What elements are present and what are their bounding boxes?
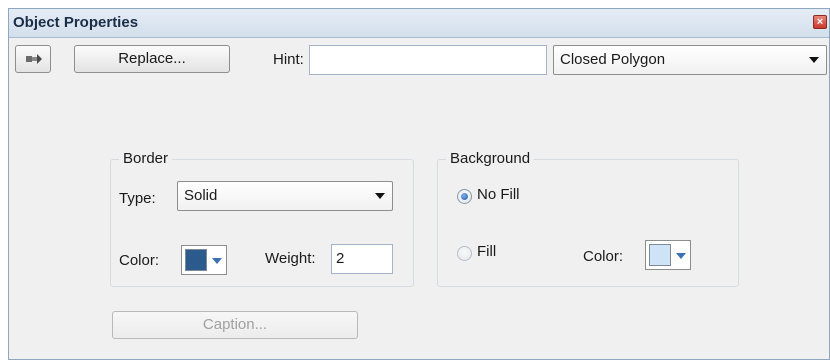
close-icon[interactable]: × [813, 15, 827, 29]
border-color-label: Color: [119, 252, 160, 269]
chevron-down-icon [212, 258, 222, 264]
background-color-label: Color: [583, 248, 624, 265]
hint-input[interactable] [309, 45, 547, 75]
chevron-down-icon [676, 253, 686, 259]
window-title: Object Properties [13, 14, 139, 31]
background-group-title: Background [446, 150, 535, 167]
border-type-value: Solid [184, 187, 218, 204]
border-group-title: Border [119, 150, 173, 167]
object-properties-window: Object Properties × Replace... Hint: Clo… [8, 8, 830, 360]
hint-label: Hint: [273, 51, 304, 68]
pin-arrow-icon [26, 54, 42, 64]
border-color-picker[interactable] [181, 245, 227, 275]
background-color-picker[interactable] [645, 240, 691, 270]
chevron-down-icon [809, 57, 819, 63]
border-weight-label: Weight: [265, 250, 316, 267]
pin-button[interactable] [15, 45, 51, 73]
shape-type-value: Closed Polygon [560, 51, 666, 68]
background-color-swatch [649, 244, 671, 266]
fill-label: Fill [477, 243, 497, 260]
shape-type-select[interactable]: Closed Polygon [553, 45, 827, 75]
background-group: Background [437, 150, 739, 287]
chevron-down-icon [375, 193, 385, 199]
title-bar: Object Properties × [9, 9, 829, 38]
no-fill-radio[interactable] [457, 189, 472, 204]
replace-button[interactable]: Replace... [74, 45, 230, 73]
border-weight-input[interactable]: 2 [331, 244, 393, 274]
border-color-swatch [185, 249, 207, 271]
no-fill-label: No Fill [477, 186, 520, 203]
caption-button[interactable]: Caption... [112, 311, 358, 339]
border-type-label: Type: [119, 190, 156, 207]
fill-radio[interactable] [457, 246, 472, 261]
border-type-select[interactable]: Solid [177, 181, 393, 211]
